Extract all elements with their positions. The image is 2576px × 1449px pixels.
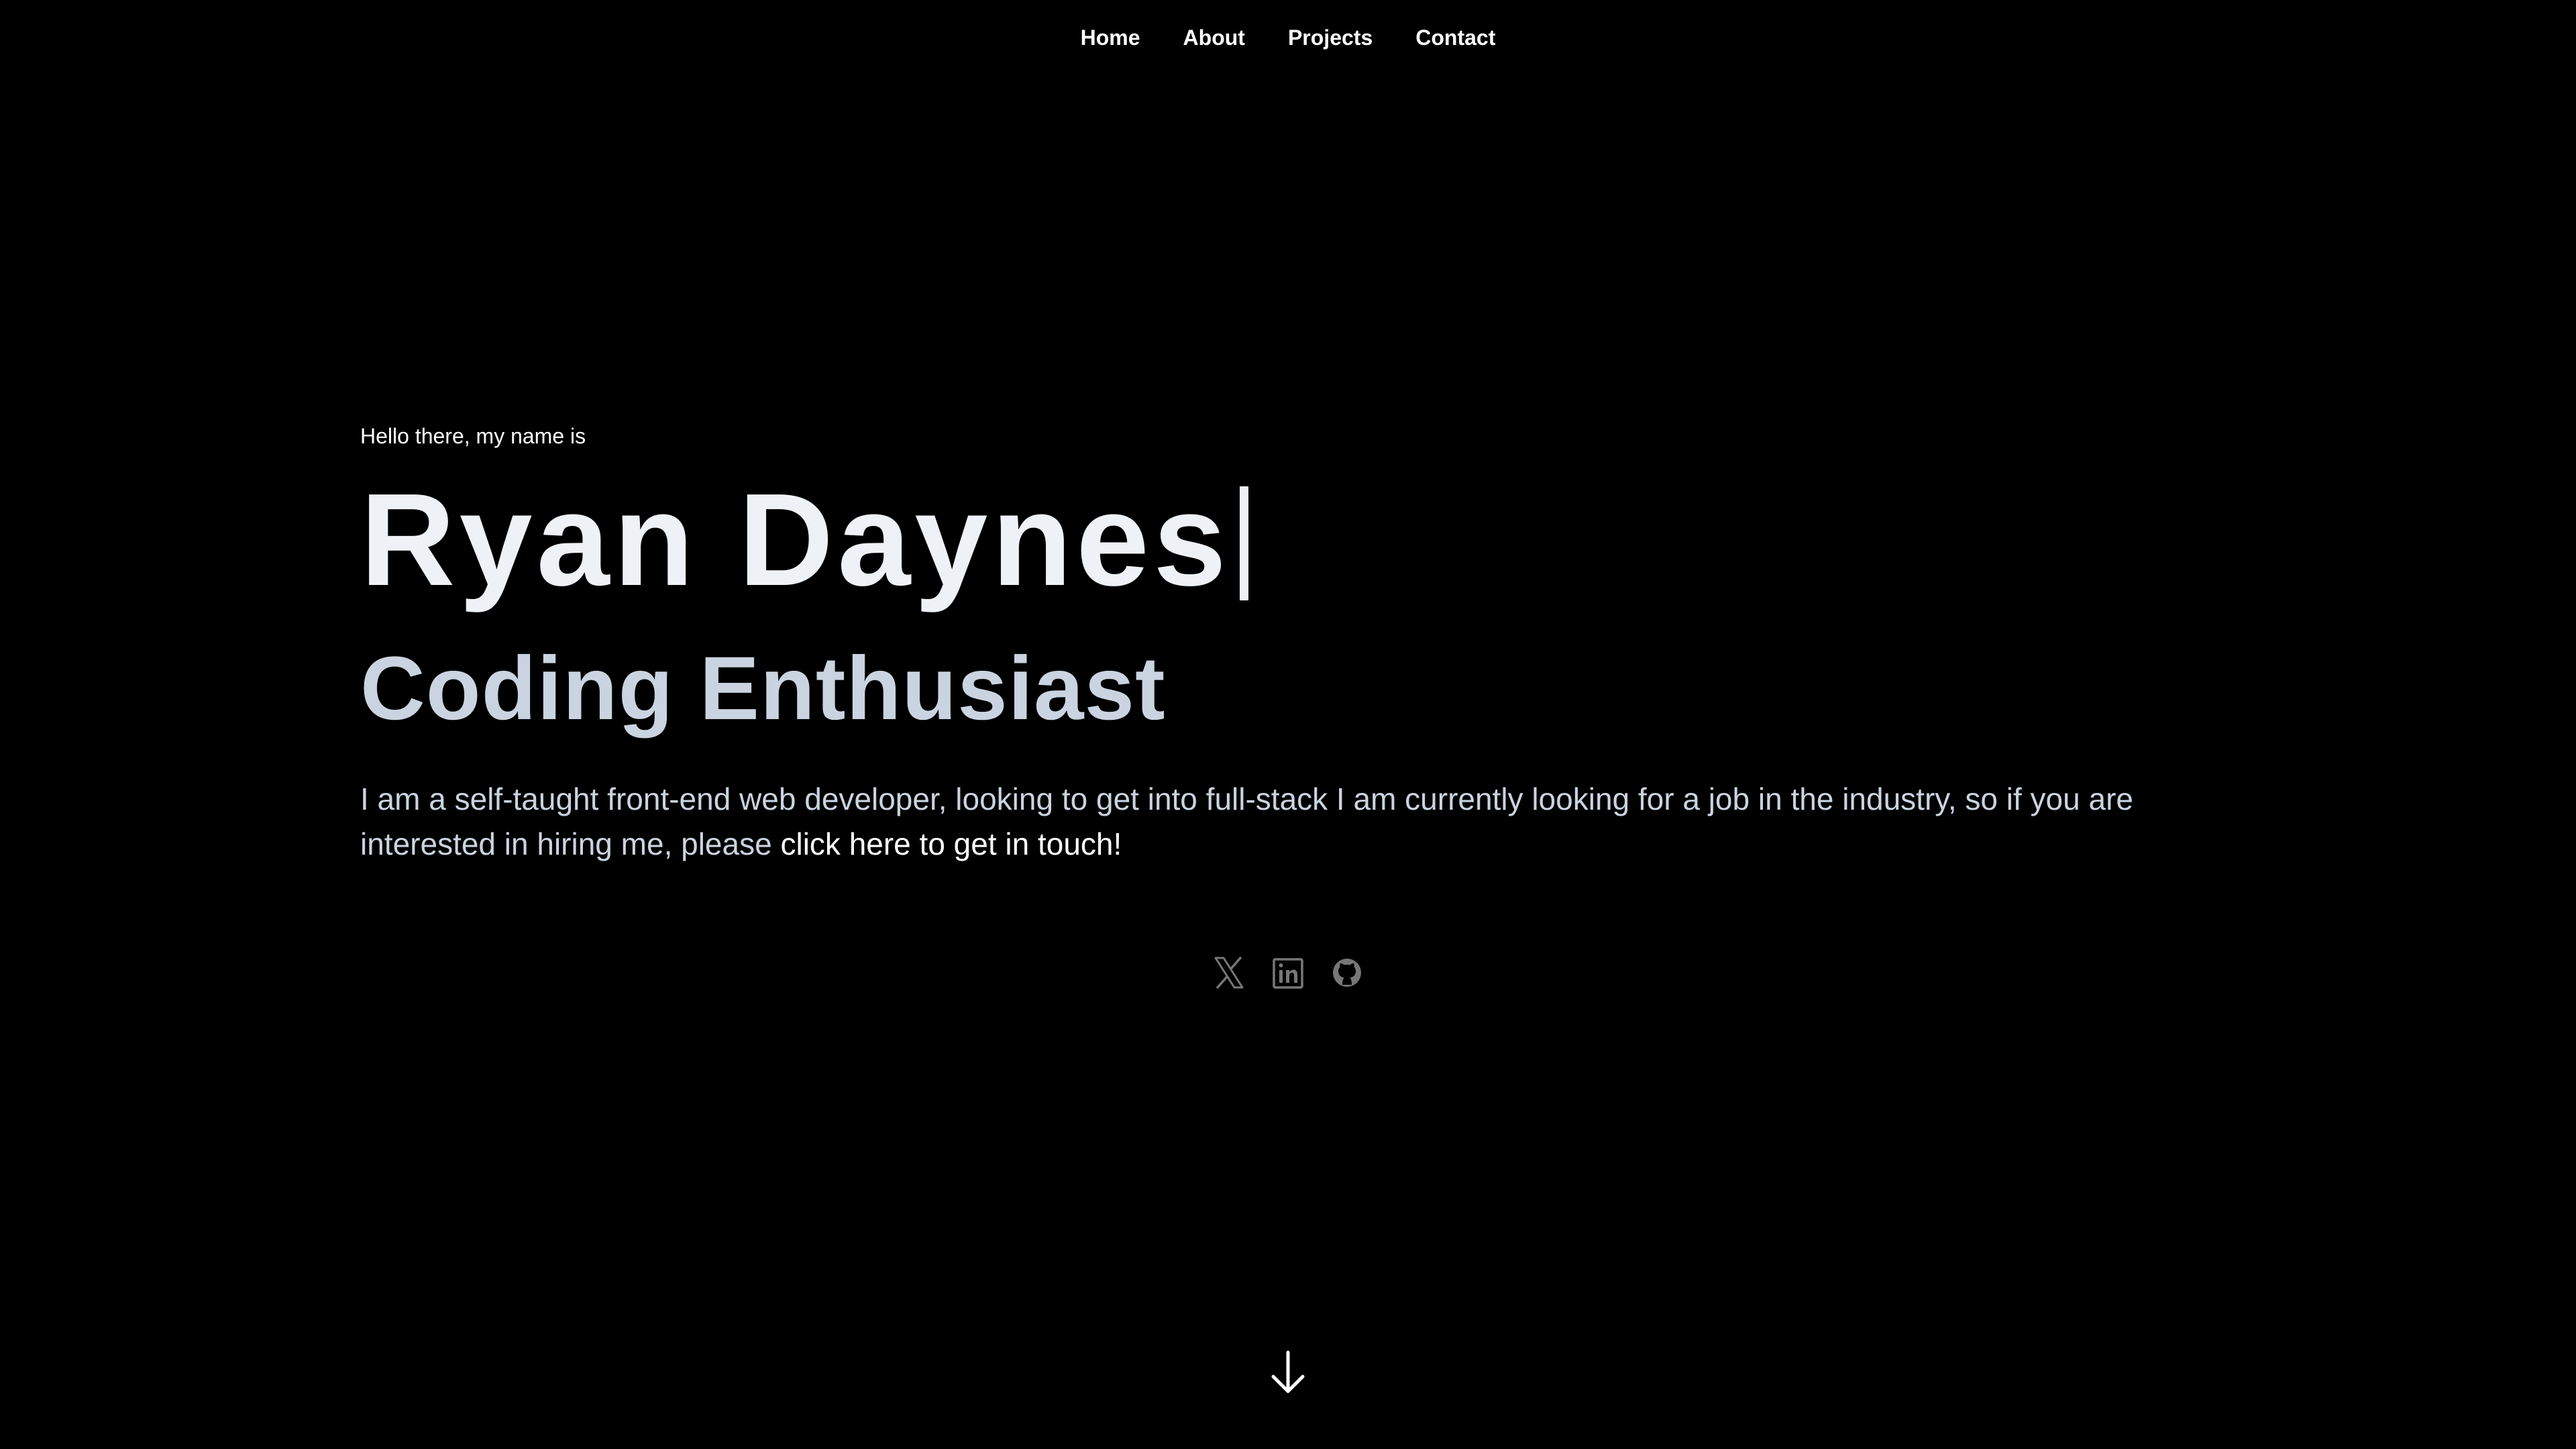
- x-twitter-icon: [1214, 957, 1244, 989]
- title-heading: Coding Enthusiast: [360, 639, 1166, 739]
- bio-text: I am a self-taught front-end web develop…: [360, 782, 2133, 861]
- contact-cta-link[interactable]: click here to get in touch!: [780, 826, 1122, 861]
- bio-paragraph: I am a self-taught front-end web develop…: [360, 777, 2185, 867]
- hero-section: Hello there, my name is Ryan Daynes Codi…: [360, 421, 2185, 867]
- linkedin-link[interactable]: [1272, 955, 1304, 990]
- github-link[interactable]: [1331, 955, 1363, 990]
- greeting-text: Hello there, my name is: [360, 424, 586, 448]
- top-nav: Home About Projects Contact: [0, 23, 2576, 52]
- nav-projects-link[interactable]: Projects: [1288, 23, 1373, 52]
- nav-contact-link[interactable]: Contact: [1415, 23, 1495, 52]
- github-icon: [1333, 959, 1361, 987]
- scroll-down-button[interactable]: [1268, 1348, 1308, 1395]
- nav-home-link[interactable]: Home: [1081, 23, 1140, 52]
- social-links: [0, 955, 2576, 990]
- name-line: Ryan Daynes: [360, 466, 2185, 613]
- x-twitter-link[interactable]: [1213, 955, 1245, 990]
- typing-cursor: [1240, 486, 1249, 600]
- arrow-down-icon: [1271, 1350, 1305, 1393]
- name-heading: Ryan Daynes: [360, 466, 1231, 613]
- nav-about-link[interactable]: About: [1183, 23, 1245, 52]
- portfolio-page: Home About Projects Contact Hello there,…: [0, 0, 2576, 1449]
- linkedin-icon: [1273, 958, 1303, 989]
